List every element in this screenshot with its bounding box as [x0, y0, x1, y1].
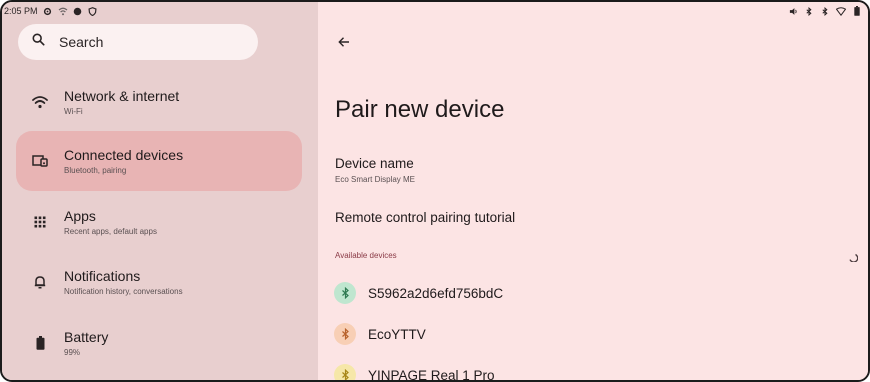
bluetooth-icon	[334, 282, 356, 304]
sidebar-item-connected-devices[interactable]: Connected devices Bluetooth, pairing	[16, 131, 302, 191]
available-devices-header: Available devices	[335, 251, 397, 260]
remote-pairing-tutorial[interactable]: Remote control pairing tutorial	[335, 210, 515, 225]
record-dot-icon	[73, 6, 83, 16]
back-arrow-icon	[338, 37, 349, 47]
sidebar-item-title: Notifications	[64, 267, 141, 284]
sidebar-item-subtitle: Wi-Fi	[64, 106, 83, 116]
device-name-title[interactable]: Device name	[335, 156, 414, 171]
wifi-icon	[16, 95, 64, 109]
search-icon	[32, 33, 45, 51]
search-placeholder: Search	[59, 34, 104, 50]
apps-grid-icon	[16, 216, 64, 228]
battery-status-icon	[852, 6, 862, 16]
device-item[interactable]: S5962a2d6efd756bdC	[334, 281, 503, 305]
device-name: S5962a2d6efd756bdC	[368, 285, 504, 301]
sidebar-item-subtitle: Bluetooth, pairing	[64, 165, 127, 175]
sidebar-item-subtitle: Recent apps, default apps	[64, 226, 157, 236]
sidebar-item-apps[interactable]: Apps Recent apps, default apps	[16, 192, 302, 252]
sidebar-item-title: Connected devices	[64, 146, 184, 163]
settings-gear-icon	[43, 6, 53, 16]
device-item[interactable]: YINPAGE Real 1 Pro	[334, 363, 495, 382]
sidebar-item-title: Network & internet	[64, 87, 180, 104]
settings-sidebar: 2:05 PM Search Network & internet Wi-Fi …	[2, 2, 318, 380]
bluetooth-status-icon	[804, 6, 814, 16]
wifi-status-icon	[58, 6, 68, 16]
search-bar[interactable]: Search	[18, 24, 258, 60]
status-bar-right	[788, 4, 862, 18]
loading-spinner-icon	[846, 249, 859, 263]
content-pane: Pair new device Device name Eco Smart Di…	[318, 2, 868, 380]
sidebar-item-battery[interactable]: Battery 99%	[16, 313, 302, 373]
sidebar-item-network[interactable]: Network & internet Wi-Fi	[16, 72, 302, 132]
device-name-value: Eco Smart Display ME	[335, 175, 416, 184]
sidebar-item-title: Apps	[64, 207, 96, 224]
sidebar-item-subtitle: 99%	[64, 347, 81, 357]
bluetooth-connected-icon	[820, 6, 830, 16]
status-bar-left: 2:05 PM	[4, 4, 98, 18]
device-item[interactable]: EcoYTTV	[334, 322, 426, 346]
sidebar-item-subtitle: Notification history, conversations	[64, 286, 183, 296]
bluetooth-icon	[334, 323, 356, 345]
back-button[interactable]	[334, 32, 354, 52]
battery-icon	[16, 336, 64, 350]
device-name: EcoYTTV	[368, 326, 426, 342]
sidebar-item-title: Battery	[64, 328, 109, 345]
shield-icon	[88, 6, 98, 16]
volume-icon	[788, 6, 798, 16]
page-title: Pair new device	[335, 96, 505, 123]
bell-icon	[16, 275, 64, 289]
bluetooth-icon	[334, 364, 356, 380]
screen: 2:05 PM Search Network & internet Wi-Fi …	[0, 0, 870, 382]
wifi-outline-icon	[836, 6, 846, 16]
devices-icon	[16, 155, 64, 167]
sidebar-item-notifications[interactable]: Notifications Notification history, conv…	[16, 252, 302, 312]
device-name: YINPAGE Real 1 Pro	[368, 367, 495, 382]
status-time: 2:05 PM	[4, 6, 38, 16]
